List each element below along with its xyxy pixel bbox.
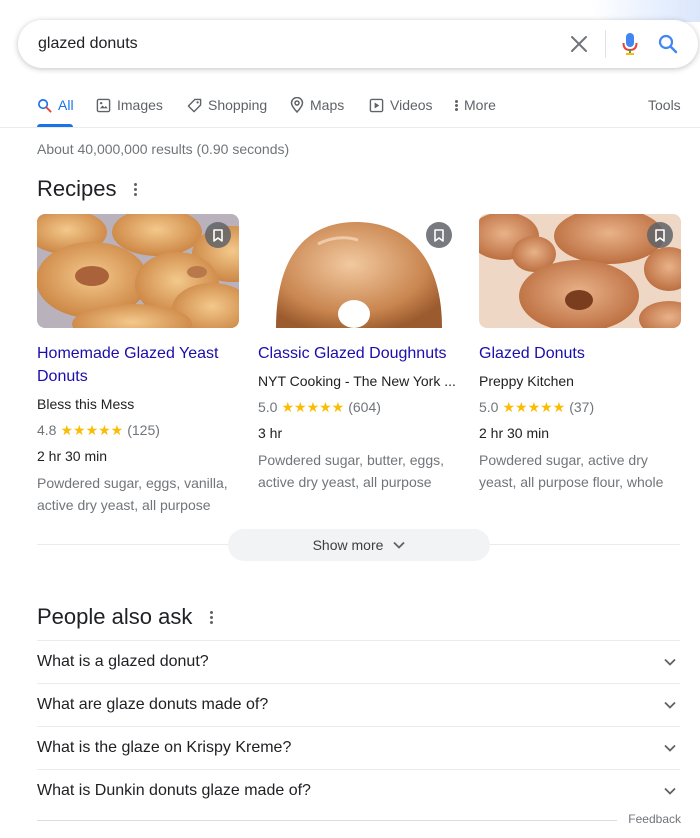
chevron-down-icon	[664, 744, 676, 752]
tab-images-label: Images	[117, 97, 163, 113]
question-text: What is Dunkin donuts glaze made of?	[37, 782, 311, 799]
search-bar[interactable]	[18, 20, 698, 68]
more-vert-icon[interactable]	[134, 182, 138, 196]
tab-images[interactable]: Images	[96, 94, 163, 116]
recipe-title[interactable]: Classic Glazed Doughnuts	[258, 342, 460, 365]
star-rating-icon: ★★★★★	[502, 399, 566, 415]
recipe-time: 2 hr 30 min	[479, 425, 550, 441]
recipes-heading: Recipes	[37, 176, 138, 202]
recipe-image	[479, 214, 681, 328]
chevron-down-icon	[664, 701, 676, 709]
recipe-ingredients: Powdered sugar, butter, eggs, active dry…	[258, 452, 445, 490]
recipe-source: NYT Cooking - The New York ...	[258, 373, 456, 389]
tab-more-label: More	[464, 97, 496, 113]
recipe-title[interactable]: Glazed Donuts	[479, 342, 681, 365]
question-item[interactable]: What are glaze donuts made of?	[37, 683, 680, 726]
recipe-rating: 5.0 ★★★★★ (37)	[479, 397, 681, 417]
show-more-label: Show more	[312, 537, 384, 553]
tab-maps[interactable]: Maps	[290, 94, 344, 116]
recipe-time: 3 hr	[258, 425, 283, 441]
recipe-rating: 5.0 ★★★★★ (604)	[258, 397, 460, 417]
tools-button[interactable]: Tools	[648, 94, 681, 116]
tab-all-label: All	[58, 97, 74, 113]
bookmark-icon[interactable]	[426, 222, 452, 248]
search-bar-actions	[567, 20, 680, 68]
recipe-image	[258, 214, 460, 328]
header-decoration	[590, 0, 700, 22]
recipe-ingredients: Powdered sugar, active dry yeast, all pu…	[479, 452, 664, 490]
review-count: (604)	[348, 399, 381, 415]
search-icon	[38, 98, 52, 113]
recipe-title[interactable]: Homemade Glazed Yeast Donuts	[37, 342, 239, 388]
tag-icon	[187, 98, 202, 112]
tab-videos[interactable]: Videos	[369, 94, 433, 116]
tab-shopping-label: Shopping	[208, 97, 268, 113]
star-rating-icon: ★★★★★	[281, 399, 345, 415]
question-text: What are glaze donuts made of?	[37, 696, 269, 713]
search-bar-divider	[605, 30, 606, 58]
recipe-card[interactable]: Classic Glazed Doughnuts NYT Cooking - T…	[258, 214, 460, 493]
question-item[interactable]: What is a glazed donut?	[37, 640, 680, 683]
active-tab-indicator	[37, 124, 73, 127]
people-also-ask-heading: People also ask	[37, 604, 214, 630]
recipe-image	[37, 214, 239, 328]
tab-videos-label: Videos	[390, 97, 433, 113]
question-text: What is the glaze on Krispy Kreme?	[37, 739, 292, 756]
review-count: (37)	[569, 399, 595, 415]
recipe-rating: 4.8 ★★★★★ (125)	[37, 420, 239, 440]
chevron-down-icon	[664, 658, 676, 666]
feedback-link[interactable]: Feedback	[628, 812, 681, 826]
location-pin-icon	[290, 97, 304, 113]
tools-label: Tools	[648, 97, 681, 113]
people-also-ask-title: People also ask	[37, 604, 193, 629]
star-rating-icon: ★★★★★	[60, 422, 124, 438]
image-icon	[96, 98, 111, 112]
tab-shopping[interactable]: Shopping	[187, 94, 267, 116]
rating-value: 5.0	[479, 399, 499, 415]
chevron-down-icon	[664, 787, 676, 795]
chevron-down-icon	[393, 541, 406, 549]
question-item[interactable]: What is the glaze on Krispy Kreme?	[37, 726, 680, 769]
video-icon	[369, 98, 384, 112]
review-count: (125)	[127, 422, 160, 438]
recipe-ingredients: Powdered sugar, eggs, vanilla, active dr…	[37, 475, 228, 513]
recipes-title: Recipes	[37, 176, 117, 201]
mic-icon[interactable]	[618, 32, 642, 56]
more-vert-icon	[455, 99, 458, 111]
clear-icon[interactable]	[567, 32, 591, 56]
recipe-card[interactable]: Homemade Glazed Yeast Donuts Bless this …	[37, 214, 239, 516]
search-tabs: All Images Shopping Maps Videos More Too…	[0, 86, 700, 128]
bookmark-icon[interactable]	[205, 222, 231, 248]
recipe-source: Preppy Kitchen	[479, 373, 574, 389]
recipe-time: 2 hr 30 min	[37, 448, 108, 464]
recipe-source: Bless this Mess	[37, 396, 135, 412]
question-text: What is a glazed donut?	[37, 653, 209, 670]
search-icon[interactable]	[656, 32, 680, 56]
rating-value: 5.0	[258, 399, 278, 415]
result-stats: About 40,000,000 results (0.90 seconds)	[37, 141, 290, 157]
divider	[37, 820, 617, 821]
rating-value: 4.8	[37, 422, 57, 438]
more-vert-icon[interactable]	[210, 610, 214, 624]
search-input[interactable]	[38, 29, 538, 59]
tab-all[interactable]: All	[37, 94, 74, 116]
tab-more[interactable]: More	[455, 94, 496, 116]
question-item[interactable]: What is Dunkin donuts glaze made of?	[37, 769, 680, 812]
bookmark-icon[interactable]	[647, 222, 673, 248]
recipe-card[interactable]: Glazed Donuts Preppy Kitchen 5.0 ★★★★★ (…	[479, 214, 681, 493]
show-more-button[interactable]: Show more	[228, 529, 490, 561]
tab-maps-label: Maps	[310, 97, 345, 113]
